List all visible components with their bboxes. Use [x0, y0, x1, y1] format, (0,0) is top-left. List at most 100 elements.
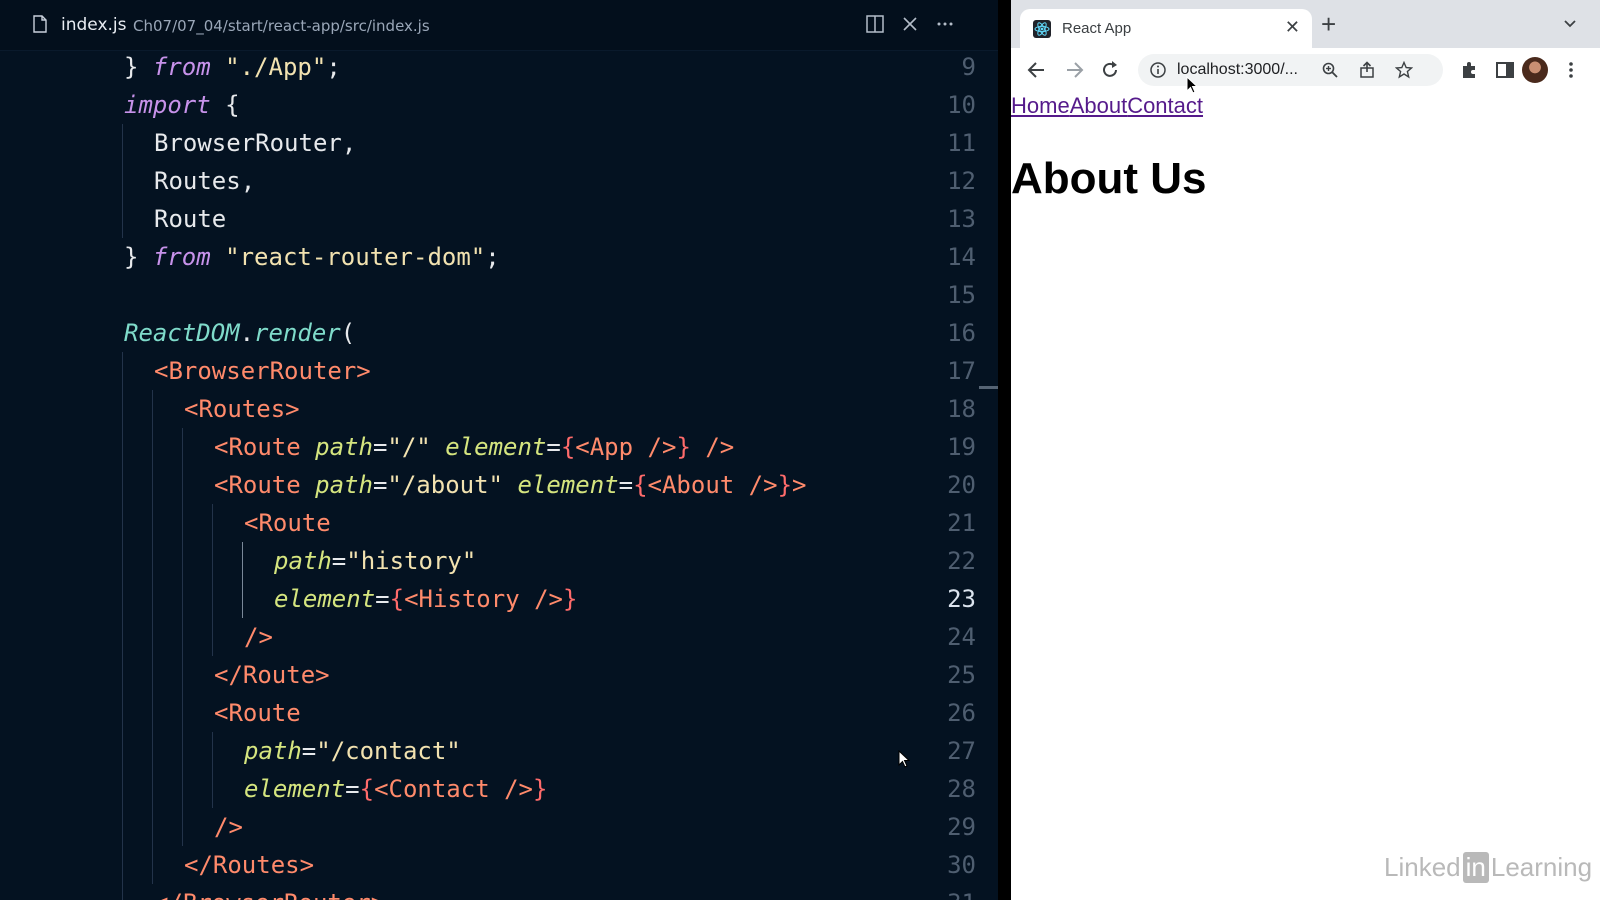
new-tab-icon[interactable]: +	[1321, 11, 1336, 37]
code-token: from	[152, 53, 211, 81]
indent-guide	[152, 542, 153, 580]
line-number: 16	[947, 319, 976, 347]
code-token: }	[533, 775, 548, 803]
code-token: =	[372, 471, 388, 499]
side-panel-icon[interactable]	[1494, 59, 1516, 81]
indent-guide	[122, 770, 123, 808]
pane-divider[interactable]	[998, 0, 1011, 900]
indent-guide	[152, 428, 153, 466]
browser-tab[interactable]: React App ✕	[1020, 9, 1312, 48]
share-icon[interactable]	[1358, 61, 1376, 79]
code-line[interactable]: import {	[124, 86, 240, 124]
info-icon[interactable]	[1149, 61, 1167, 79]
code-line[interactable]: path="/contact"	[244, 732, 461, 770]
code-token: }	[676, 433, 691, 461]
indent-guide	[182, 466, 183, 504]
line-number: 9	[961, 53, 976, 81]
browser-tab-strip: React App ✕ +	[1011, 0, 1600, 48]
editor-tab-bar: index.js Ch07/07_04/start/react-app/src/…	[0, 0, 998, 51]
code-token: BrowserRouter,	[154, 129, 357, 157]
indent-guide	[122, 504, 123, 542]
menu-icon[interactable]	[1568, 60, 1574, 80]
code-line[interactable]: />	[214, 808, 243, 846]
code-token: >	[792, 471, 807, 499]
code-line[interactable]: Route	[154, 200, 226, 238]
code-token: ;	[326, 53, 341, 81]
code-token: <App />	[575, 433, 677, 461]
code-token: {	[389, 585, 405, 613]
indent-guide	[212, 504, 213, 542]
code-editor[interactable]: index.js Ch07/07_04/start/react-app/src/…	[0, 0, 998, 900]
code-token: <Route	[214, 471, 316, 499]
watermark-in-logo: in	[1462, 852, 1489, 883]
indent-guide	[182, 580, 183, 618]
indent-guide	[152, 732, 153, 770]
indent-guide	[212, 770, 213, 808]
code-line[interactable]: <Routes>	[184, 390, 300, 428]
chevron-down-icon[interactable]	[1564, 19, 1576, 29]
code-token: =	[372, 433, 388, 461]
code-token: "/about"	[387, 471, 503, 499]
forward-icon[interactable]	[1063, 59, 1085, 81]
indent-guide	[182, 770, 183, 808]
code-token: "./App"	[225, 53, 327, 81]
code-line[interactable]: </Routes>	[184, 846, 314, 884]
more-icon[interactable]	[935, 14, 955, 34]
line-number: 18	[947, 395, 976, 423]
code-line[interactable]: <Route	[244, 504, 331, 542]
code-token: <Route	[214, 699, 301, 727]
indent-guide	[122, 162, 123, 200]
code-line[interactable]: ReactDOM.render(	[124, 314, 355, 352]
indent-guide	[122, 846, 123, 884]
code-line[interactable]: <Route	[214, 694, 301, 732]
code-line[interactable]: } from "react-router-dom";	[124, 238, 500, 276]
code-line[interactable]: <Route path="/about" element={<About />}…	[214, 466, 806, 504]
code-line[interactable]: BrowserRouter,	[154, 124, 356, 162]
code-token: <History />	[404, 585, 564, 613]
code-token: />	[244, 623, 273, 651]
code-token: </BrowserRouter>	[154, 889, 385, 900]
file-icon	[33, 15, 47, 33]
split-editor-icon[interactable]	[865, 14, 885, 34]
code-token: <Routes>	[184, 395, 300, 423]
indent-guide	[152, 808, 153, 846]
code-token: element	[517, 471, 619, 499]
indent-guide	[122, 466, 123, 504]
nav-link-home[interactable]: Home	[1011, 93, 1070, 118]
editor-tab-filename[interactable]: index.js	[61, 15, 127, 35]
indent-guide	[122, 618, 123, 656]
code-line[interactable]: } from "./App";	[124, 48, 341, 86]
code-line[interactable]: <BrowserRouter>	[154, 352, 371, 390]
address-bar[interactable]: localhost:3000/...	[1138, 54, 1443, 86]
code-line[interactable]: element={<History />}	[274, 580, 577, 618]
code-line[interactable]: </Route>	[214, 656, 330, 694]
indent-guide	[212, 618, 213, 656]
indent-guide	[152, 390, 153, 428]
line-number: 15	[947, 281, 976, 309]
indent-guide	[122, 390, 123, 428]
reload-icon[interactable]	[1099, 59, 1121, 81]
code-line[interactable]: element={<Contact />}	[244, 770, 547, 808]
code-line[interactable]: path="history"	[274, 542, 476, 580]
extensions-icon[interactable]	[1458, 59, 1480, 81]
code-token: {	[359, 775, 375, 803]
line-number: 20	[947, 471, 976, 499]
nav-link-about[interactable]: About	[1070, 93, 1128, 118]
code-line[interactable]: Routes,	[154, 162, 255, 200]
line-number: 21	[947, 509, 976, 537]
avatar[interactable]	[1522, 57, 1548, 83]
code-token: <Contact />	[374, 775, 534, 803]
close-icon[interactable]: ✕	[1285, 17, 1300, 37]
close-icon[interactable]	[900, 14, 920, 34]
code-line[interactable]: />	[244, 618, 273, 656]
code-token: }	[124, 243, 153, 271]
indent-guide	[122, 732, 123, 770]
nav-link-contact[interactable]: Contact	[1127, 93, 1203, 118]
zoom-icon[interactable]	[1321, 61, 1339, 79]
back-icon[interactable]	[1026, 59, 1048, 81]
line-number: 30	[947, 851, 976, 879]
code-line[interactable]: <Route path="/" element={<App />} />	[214, 428, 734, 466]
code-line[interactable]: </BrowserRouter>	[154, 884, 385, 900]
bookmark-star-icon[interactable]	[1395, 61, 1413, 79]
